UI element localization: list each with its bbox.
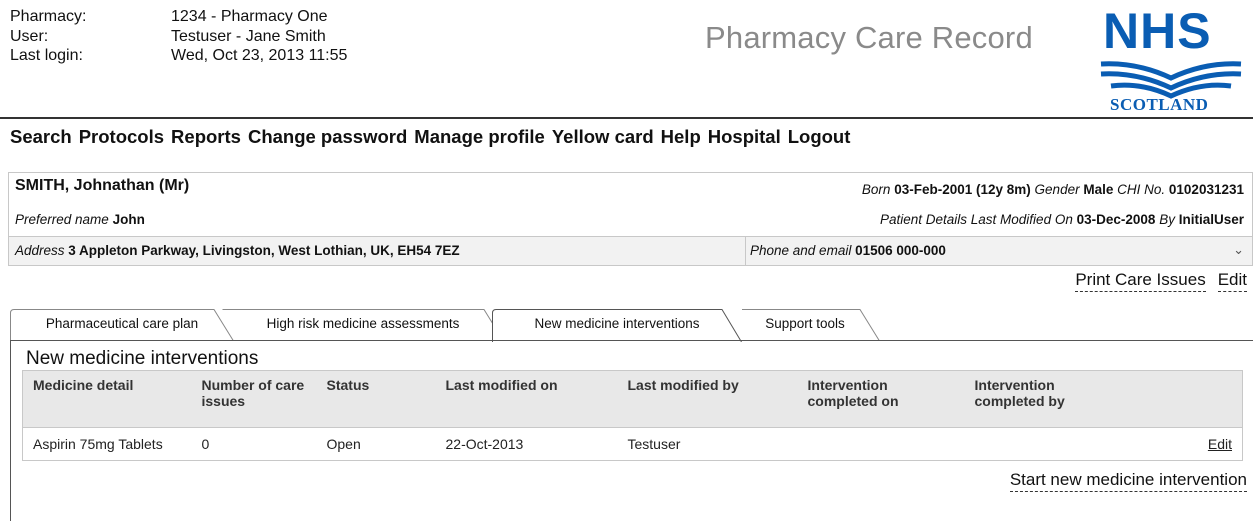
contact-divider: [745, 237, 746, 265]
start-new-intervention-link[interactable]: Start new medicine intervention: [1009, 470, 1247, 492]
preferred-value: John: [112, 212, 145, 227]
col-completed-on[interactable]: Intervention completed on: [797, 370, 965, 428]
gender-label: Gender: [1034, 182, 1080, 197]
user-row: User: Testuser - Jane Smith: [10, 27, 347, 47]
contact-row[interactable]: Address 3 Appleton Parkway, Livingston, …: [9, 236, 1252, 265]
print-care-issues-link[interactable]: Print Care Issues: [1075, 270, 1206, 292]
user-value: Testuser - Jane Smith: [171, 27, 326, 45]
last-login-row: Last login: Wed, Oct 23, 2013 11:55: [10, 46, 347, 66]
cell-modified-by: Testuser: [617, 427, 798, 461]
header-divider: [0, 117, 1253, 119]
tab-label: Support tools: [765, 316, 845, 331]
interventions-table: Medicine detail Number of care issues St…: [22, 370, 1243, 461]
tab-support-tools[interactable]: Support tools: [730, 309, 880, 341]
col-status[interactable]: Status: [316, 370, 436, 428]
col-medicine-detail[interactable]: Medicine detail: [22, 370, 192, 428]
nav-manage-profile[interactable]: Manage profile: [414, 126, 545, 148]
born-label: Born: [861, 182, 891, 197]
cell-action: Edit: [1124, 427, 1243, 461]
pharmacy-value: 1234 - Pharmacy One: [171, 8, 328, 25]
tab-pharmaceutical-care-plan[interactable]: Pharmaceutical care plan: [10, 309, 234, 341]
patient-name: SMITH, Johnathan (Mr): [15, 177, 190, 194]
tab-label: Pharmaceutical care plan: [45, 316, 199, 331]
cell-completed-by: [964, 427, 1125, 461]
col-care-issues[interactable]: Number of care issues: [191, 370, 317, 428]
address-value: 3 Appleton Parkway, Livingston, West Lot…: [68, 243, 460, 258]
preferred-name: Preferred name John: [15, 212, 145, 227]
nav-logout[interactable]: Logout: [788, 126, 851, 148]
nav-protocols[interactable]: Protocols: [79, 126, 164, 148]
by-value: InitialUser: [1178, 212, 1244, 227]
modified-label: Patient Details Last Modified On: [879, 212, 1073, 227]
cell-modified-on: 22-Oct-2013: [435, 427, 618, 461]
nhs-scotland-logo: NHS SCOTLAND: [1097, 3, 1245, 116]
saltire-waves-icon: [1100, 61, 1242, 99]
nav-help[interactable]: Help: [661, 126, 701, 148]
by-label: By: [1159, 212, 1175, 227]
last-login-value: Wed, Oct 23, 2013 11:55: [171, 47, 348, 64]
col-last-modified-by[interactable]: Last modified by: [617, 370, 798, 428]
tab-label: High risk medicine assessments: [266, 316, 460, 331]
patient-age: (12y 8m): [976, 182, 1031, 197]
patient-address: Address 3 Appleton Parkway, Livingston, …: [15, 243, 460, 258]
gender-value: Male: [1083, 182, 1114, 197]
table-header-row: Medicine detail Number of care issues St…: [22, 370, 1243, 428]
patient-phone: Phone and email 01506 000-000: [750, 243, 946, 258]
phone-value: 01506 000-000: [855, 243, 946, 258]
nav-search[interactable]: Search: [10, 126, 72, 148]
main-nav: Search Protocols Reports Change password…: [10, 126, 850, 148]
care-actions: Print Care Issues Edit: [1075, 270, 1247, 292]
tab-new-medicine-interventions[interactable]: New medicine interventions: [492, 309, 742, 342]
col-last-modified-on[interactable]: Last modified on: [435, 370, 618, 428]
cell-completed-on: [797, 427, 965, 461]
user-label: User:: [10, 27, 49, 45]
nav-yellow-card[interactable]: Yellow card: [552, 126, 654, 148]
cell-status: Open: [316, 427, 436, 461]
nav-hospital[interactable]: Hospital: [708, 126, 781, 148]
patient-demographics: Born 03-Feb-2001 (12y 8m) Gender Male CH…: [862, 182, 1244, 197]
chi-value: 0102031231: [1168, 182, 1244, 197]
chevron-down-icon[interactable]: ⌄: [1233, 242, 1244, 258]
modified-value: 03-Dec-2008: [1076, 212, 1156, 227]
cell-medicine: Aspirin 75mg Tablets: [22, 427, 192, 461]
edit-row-link[interactable]: Edit: [1208, 436, 1232, 452]
edit-patient-link[interactable]: Edit: [1217, 270, 1247, 292]
table-row: Aspirin 75mg Tablets 0 Open 22-Oct-2013 …: [22, 427, 1243, 461]
address-label: Address: [15, 243, 65, 258]
pharmacy-label: Pharmacy:: [10, 8, 87, 25]
patient-last-modified: Patient Details Last Modified On 03-Dec-…: [880, 212, 1244, 227]
last-login-label: Last login:: [10, 47, 83, 64]
nhs-logo-subtext: SCOTLAND: [1110, 95, 1209, 114]
nav-reports[interactable]: Reports: [171, 126, 241, 148]
col-actions: [1124, 370, 1243, 428]
pharmacy-row: Pharmacy: 1234 - Pharmacy One: [10, 7, 347, 27]
col-completed-by[interactable]: Intervention completed by: [964, 370, 1125, 428]
phone-label: Phone and email: [750, 243, 852, 258]
tab-label: New medicine interventions: [534, 316, 700, 331]
session-info: Pharmacy: 1234 - Pharmacy One User: Test…: [10, 7, 347, 66]
panel-title: New medicine interventions: [26, 348, 259, 369]
born-value: 03-Feb-2001: [894, 182, 973, 197]
app-title: Pharmacy Care Record: [705, 20, 1033, 55]
cell-care-issues: 0: [191, 427, 317, 461]
nav-change-password[interactable]: Change password: [248, 126, 407, 148]
chi-label: CHI No.: [1117, 182, 1166, 197]
tab-high-risk-medicine-assessments[interactable]: High risk medicine assessments: [222, 309, 504, 341]
nhs-logo-text: NHS: [1103, 3, 1212, 59]
patient-banner: SMITH, Johnathan (Mr) Born 03-Feb-2001 (…: [8, 172, 1253, 266]
preferred-label: Preferred name: [15, 212, 109, 227]
